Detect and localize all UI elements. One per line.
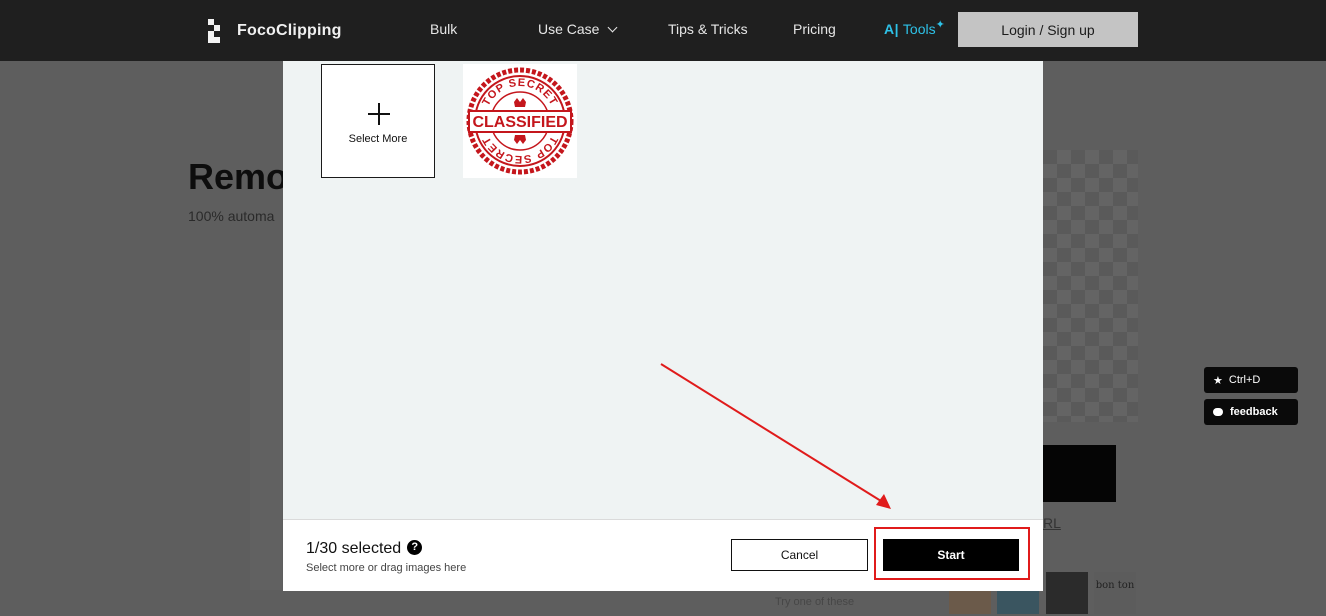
nav-use-case-label: Use Case xyxy=(538,21,600,37)
background-page-subtitle: 100% automa xyxy=(188,208,275,224)
help-icon[interactable]: ? xyxy=(407,540,423,555)
star-icon: ★ xyxy=(1213,374,1223,387)
background-upload-button xyxy=(1043,445,1116,502)
nav-ai-tools[interactable]: A| Tools✦ xyxy=(884,19,945,37)
nav-ai-tools-label: Tools xyxy=(902,21,936,37)
nav-tips-tricks[interactable]: Tips & Tricks xyxy=(668,21,748,37)
brand-name: FocoClipping xyxy=(237,22,342,39)
selected-image-thumbnail[interactable]: TOP SECRET TOP SECRET CLASSIFIED xyxy=(463,64,577,178)
nav-use-case[interactable]: Use Case xyxy=(538,21,618,37)
selection-count-text: 1/30 selected xyxy=(306,540,402,557)
background-transparent-preview xyxy=(1043,150,1138,422)
background-url-link: RL xyxy=(1043,515,1061,531)
nav-pricing[interactable]: Pricing xyxy=(793,21,836,37)
start-button[interactable]: Start xyxy=(883,539,1019,571)
plus-icon xyxy=(368,103,390,125)
bookmark-label: Ctrl+D xyxy=(1228,374,1261,386)
bookmark-button[interactable]: ★ Ctrl+D xyxy=(1204,367,1298,393)
ai-glyph: A| xyxy=(884,21,900,37)
select-more-button[interactable]: Select More xyxy=(321,64,435,178)
sparkle-icon: ✦ xyxy=(935,19,945,31)
background-sample-thumb-text: bon ton xyxy=(1094,572,1136,614)
login-signup-button[interactable]: Login / Sign up xyxy=(958,12,1138,47)
cancel-button[interactable]: Cancel xyxy=(731,539,868,571)
select-more-label: Select More xyxy=(348,133,408,145)
background-try-label: Try one of these xyxy=(775,596,855,608)
chat-bubble-icon xyxy=(1213,408,1223,416)
logo-icon xyxy=(208,19,226,43)
chevron-down-icon xyxy=(608,22,618,33)
feedback-label: feedback xyxy=(1230,406,1278,418)
feedback-button[interactable]: feedback xyxy=(1204,399,1298,425)
stamp-center-text: CLASSIFIED xyxy=(472,114,567,131)
brand-logo[interactable]: FocoClipping xyxy=(208,19,342,43)
bulk-upload-modal: Select More TOP SECRET TOP SECRET CLASSI… xyxy=(283,61,1043,591)
modal-footer: 1/30 selected? Select more or drag image… xyxy=(283,519,1043,591)
classified-stamp-image: TOP SECRET TOP SECRET CLASSIFIED xyxy=(466,67,574,175)
background-sample-thumb xyxy=(1046,572,1088,614)
selection-count: 1/30 selected? xyxy=(306,540,423,558)
drag-hint: Select more or drag images here xyxy=(306,562,467,574)
background-card xyxy=(250,330,282,590)
background-page-title: Remo xyxy=(188,156,289,197)
nav-bulk[interactable]: Bulk xyxy=(430,21,457,37)
top-navigation-bar: FocoClipping Bulk Use Case Tips & Tricks… xyxy=(0,0,1326,61)
